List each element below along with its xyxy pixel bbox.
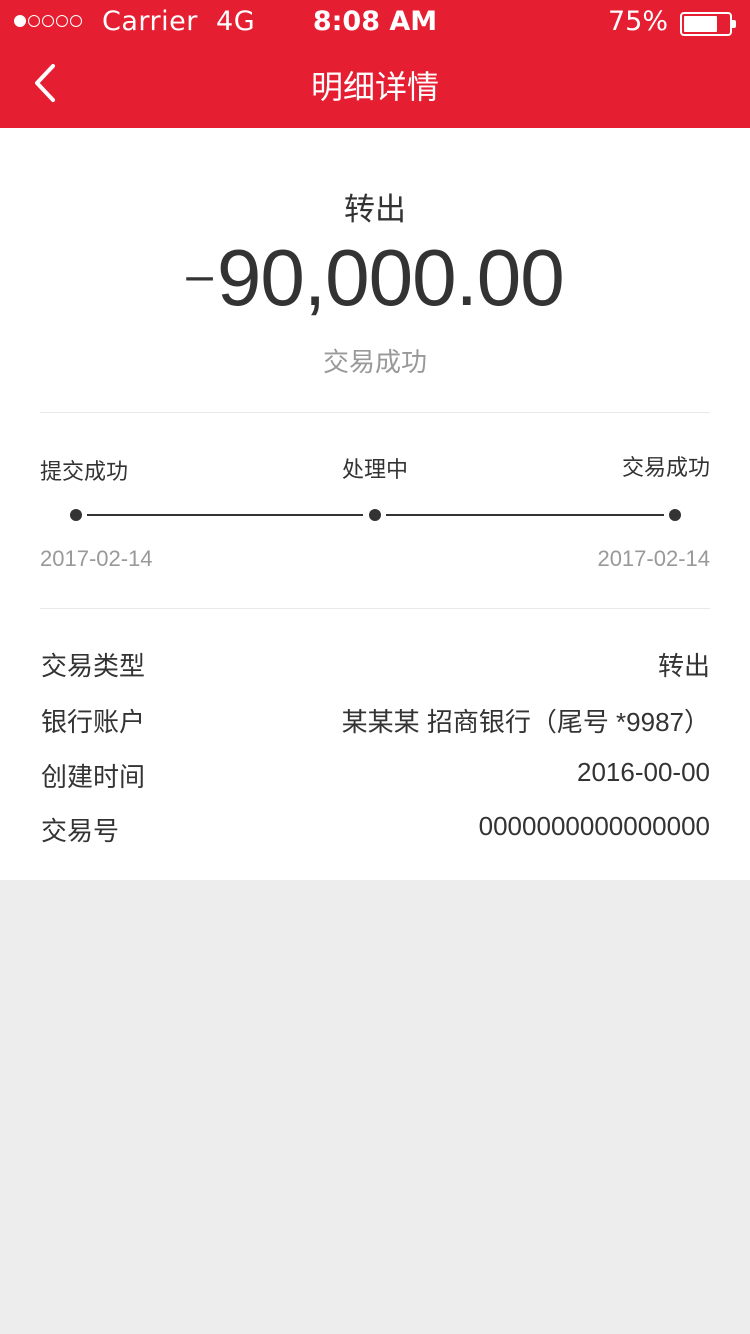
timeline-dot [669,509,681,521]
transaction-status: 交易成功 [322,348,427,378]
detail-label-type: 交易类型 [41,652,146,682]
detail-label-transaction-id: 交易号 [41,817,120,847]
timeline-dot [369,509,381,521]
detail-value-transaction-id: 0000000000000000 [478,811,710,841]
detail-label-created: 创建时间 [41,763,146,793]
transaction-type-heading: 转出 [344,192,406,228]
detail-value-account: 某某某 招商银行（尾号 *9987） [341,707,710,737]
divider [40,412,710,413]
battery-icon [680,12,736,36]
timeline-line [87,514,363,516]
app-header: Carrier 4G 8:08 AM 75% 明细详情 [0,0,750,128]
transaction-detail-card: 转出 –90,000.00 交易成功 提交成功 处理中 交易成功 2017-02… [0,128,750,880]
amount-sign: – [186,249,213,302]
detail-value-created: 2016-00-00 [577,757,710,787]
timeline-date-submitted: 2017-02-14 [40,546,153,571]
page-title: 明细详情 [310,68,439,106]
timeline-line [386,514,664,516]
detail-value-type: 转出 [657,651,710,681]
status-bar: Carrier 4G 8:08 AM 75% [0,0,750,48]
timeline-date-complete: 2017-02-14 [597,546,710,571]
battery-percent: 75% [607,6,668,37]
timeline-dot [70,509,82,521]
timeline-step-complete: 交易成功 [621,456,710,481]
transaction-amount: –90,000.00 [0,232,750,324]
amount-value: 90,000.00 [216,233,565,322]
detail-label-account: 银行账户 [41,708,146,738]
divider [40,608,710,609]
